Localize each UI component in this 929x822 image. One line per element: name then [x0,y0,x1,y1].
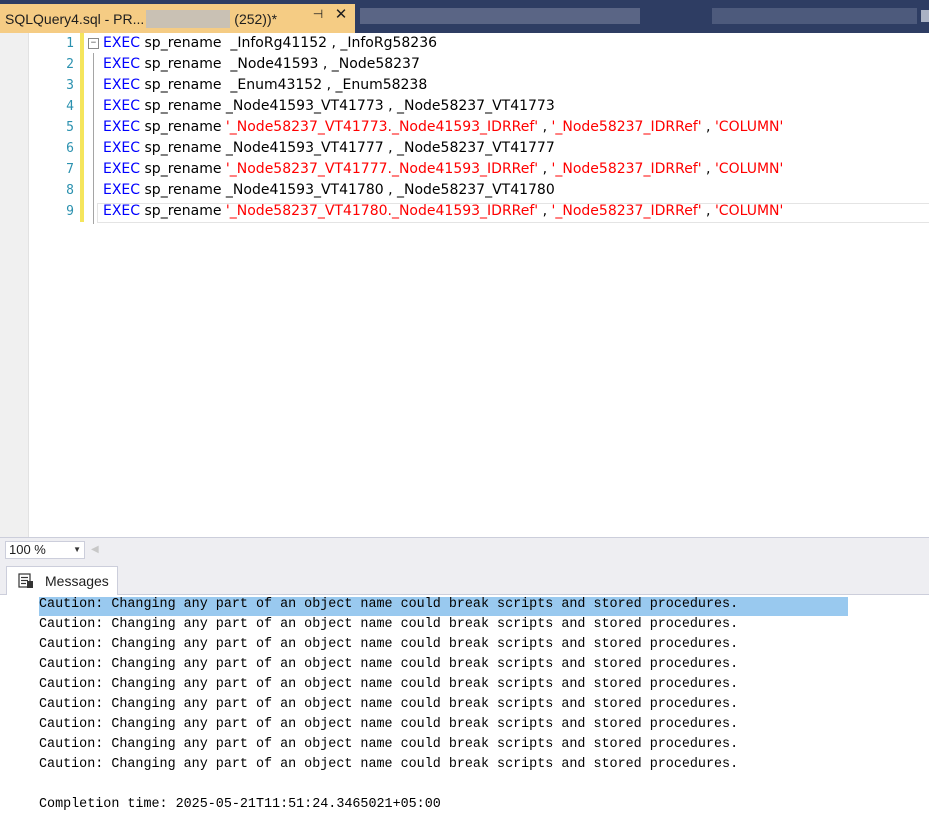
change-marker [80,96,84,117]
message-line: Caution: Changing any part of an object … [39,657,739,672]
sql-text: sp_rename _Node41593 , _Node58237 [140,56,420,72]
line-number: 7 [66,162,74,177]
sql-text: sp_rename _Node41593_VT41780 , _Node5823… [140,182,555,198]
sql-text: sp_rename _Enum43152 , _Enum58238 [140,77,428,93]
sql-keyword: EXEC [103,140,141,156]
message-line: Caution: Changing any part of an object … [39,717,739,732]
message-line: Caution: Changing any part of an object … [39,677,739,692]
code-line[interactable]: EXEC sp_rename '_Node58237_VT41780._Node… [103,201,783,222]
message-line: Caution: Changing any part of an object … [39,637,739,652]
messages-pane[interactable]: Caution: Changing any part of an object … [0,595,929,822]
line-number: 5 [66,120,74,135]
messages-tab-label: Messages [45,573,109,589]
outline-line [93,53,94,224]
change-marker [80,75,84,96]
collapse-icon[interactable]: − [88,38,99,49]
line-number: 6 [66,141,74,156]
message-line: Caution: Changing any part of an object … [39,617,739,632]
sql-keyword: EXEC [103,119,141,135]
zoom-value: 100 % [9,542,46,557]
sql-string: '_Node58237_IDRRef' [551,203,702,219]
change-marker [80,201,84,222]
line-number: 3 [66,78,74,93]
sql-keyword: EXEC [103,98,141,114]
change-marker [80,54,84,75]
results-tab-bar: Messages [0,561,929,595]
sql-text: sp_rename [140,119,226,135]
code-line[interactable]: EXEC sp_rename '_Node58237_VT41777._Node… [103,159,783,180]
sql-text: sp_rename _Node41593_VT41773 , _Node5823… [140,98,555,114]
redacted-server-name [146,9,231,28]
sql-text: , [701,119,715,135]
query-editor[interactable]: 1 2 3 4 5 6 7 8 9 − EXEC sp_rename _InfoRg41152 … [0,33,929,537]
sql-keyword: EXEC [103,77,141,93]
sql-text: , [701,161,715,177]
sql-string: 'COLUMN' [714,119,784,135]
tab-title-prefix: SQLQuery4.sql - PR... [5,10,145,27]
sql-string: '_Node58237_VT41773._Node41593_IDRRef' [225,119,539,135]
line-number: 2 [66,57,74,72]
code-line[interactable]: EXEC sp_rename _Node41593_VT41777 , _Nod… [103,138,555,159]
tab-sqlquery4[interactable]: SQLQuery4.sql - PR... (252))* [0,4,355,33]
pin-icon[interactable]: ⊣ [311,7,325,21]
code-line[interactable]: EXEC sp_rename _Enum43152 , _Enum58238 [103,75,427,96]
line-number: 4 [66,99,74,114]
sql-text: , [538,203,552,219]
sql-string: '_Node58237_IDRRef' [551,119,702,135]
sql-string: 'COLUMN' [714,161,784,177]
sql-text: , [538,161,552,177]
sql-string: '_Node58237_VT41780._Node41593_IDRRef' [225,203,539,219]
sql-keyword: EXEC [103,161,141,177]
document-tab-bar: SQLQuery4.sql - PR... (252))* ⊣ ✕ [0,0,929,33]
code-line[interactable]: EXEC sp_rename _Node41593 , _Node58237 [103,54,420,75]
message-line: Caution: Changing any part of an object … [39,697,739,712]
sql-string: '_Node58237_VT41777._Node41593_IDRRef' [225,161,539,177]
message-line: Caution: Changing any part of an object … [39,597,739,612]
code-line[interactable]: EXEC sp_rename _Node41593_VT41780 , _Nod… [103,180,555,201]
zoom-dropdown[interactable]: 100 % ▼ [5,541,85,559]
line-number: 8 [66,183,74,198]
line-number: 9 [66,204,74,219]
sql-string: 'COLUMN' [714,203,784,219]
messages-icon [18,573,33,588]
sql-keyword: EXEC [103,203,141,219]
completion-time: Completion time: 2025-05-21T11:51:24.346… [39,797,441,812]
line-number: 1 [66,36,74,51]
tab-redacted-1[interactable] [360,8,640,24]
change-marker [80,159,84,180]
change-marker [80,33,84,54]
sql-keyword: EXEC [103,182,141,198]
code-line[interactable]: EXEC sp_rename _InfoRg41152 , _InfoRg582… [103,33,437,54]
scroll-left-icon[interactable]: ◀ [91,542,99,558]
sql-keyword: EXEC [103,56,141,72]
sql-keyword: EXEC [103,35,141,51]
sql-text: sp_rename _Node41593_VT41777 , _Node5823… [140,140,555,156]
change-marker [80,138,84,159]
sql-text: , [701,203,715,219]
sql-text: sp_rename [140,203,226,219]
change-marker [80,117,84,138]
tab-redacted-2[interactable] [712,8,917,24]
code-line[interactable]: EXEC sp_rename _Node41593_VT41773 , _Nod… [103,96,555,117]
message-line: Caution: Changing any part of an object … [39,757,739,772]
close-icon[interactable]: ✕ [333,5,349,23]
sql-text: sp_rename [140,161,226,177]
tab-redacted-3[interactable] [921,10,929,22]
message-line: Caution: Changing any part of an object … [39,737,739,752]
code-line[interactable]: EXEC sp_rename '_Node58237_VT41773._Node… [103,117,783,138]
editor-selection-margin [0,33,29,537]
tab-messages[interactable]: Messages [6,566,118,595]
change-marker [80,180,84,201]
sql-text: sp_rename _InfoRg41152 , _InfoRg58236 [140,35,438,51]
chevron-down-icon: ▼ [73,545,81,554]
tab-title-suffix: (252))* [234,10,278,27]
sql-text: , [538,119,552,135]
editor-status-bar: 100 % ▼ ◀ [0,537,929,561]
sql-string: '_Node58237_IDRRef' [551,161,702,177]
